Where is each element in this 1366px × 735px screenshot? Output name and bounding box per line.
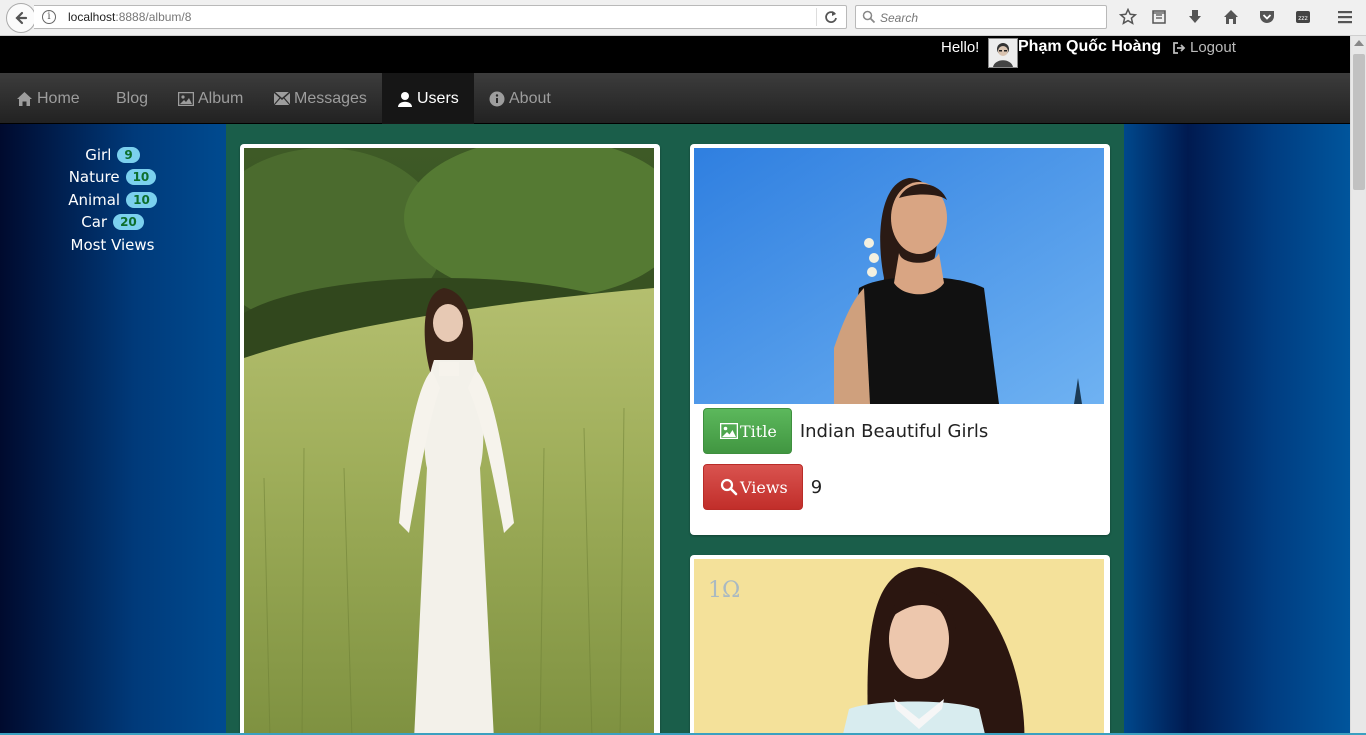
greeting-text: Hello! bbox=[941, 39, 980, 56]
home-icon bbox=[17, 91, 32, 106]
nav-home[interactable]: Home bbox=[1, 73, 95, 124]
addon-icon[interactable]: zzz bbox=[1292, 6, 1314, 28]
user-icon bbox=[398, 91, 412, 107]
category-girl[interactable]: Girl 9 bbox=[0, 146, 225, 164]
count-badge: 10 bbox=[125, 169, 157, 185]
bookmarks-list-icon[interactable] bbox=[1148, 6, 1170, 28]
nav-messages[interactable]: Messages bbox=[259, 73, 382, 124]
view-count: 9 bbox=[810, 476, 823, 498]
category-sidebar: Girl 9 Nature 10 Animal 10 Car 20 Most Views bbox=[0, 124, 225, 735]
info-circle-icon bbox=[489, 91, 505, 106]
envelope-icon bbox=[274, 92, 290, 105]
browser-toolbar: i localhost:8888/album/8 Search zzz bbox=[0, 0, 1366, 36]
search-placeholder: Search bbox=[880, 11, 919, 25]
views-row: Views 9 bbox=[703, 464, 822, 510]
nav-users[interactable]: Users bbox=[382, 73, 474, 124]
avatar[interactable] bbox=[988, 38, 1018, 68]
pocket-icon[interactable] bbox=[1256, 6, 1278, 28]
nav-album[interactable]: Album bbox=[163, 73, 258, 124]
search-icon bbox=[720, 478, 738, 496]
picture-icon bbox=[178, 91, 194, 106]
page-scrollbar[interactable] bbox=[1350, 36, 1366, 735]
scroll-up-arrow[interactable] bbox=[1354, 40, 1364, 46]
address-bar[interactable]: i localhost:8888/album/8 bbox=[34, 5, 847, 29]
indian-girl-photo[interactable] bbox=[694, 148, 1106, 404]
back-button[interactable] bbox=[6, 3, 36, 33]
category-animal[interactable]: Animal 10 bbox=[0, 191, 225, 209]
search-input[interactable]: Search bbox=[855, 5, 1107, 29]
reload-button[interactable] bbox=[822, 8, 842, 26]
category-car[interactable]: Car 20 bbox=[0, 213, 225, 231]
photo-title: Indian Beautiful Girls bbox=[799, 420, 989, 442]
content-area: Girl 9 Nature 10 Animal 10 Car 20 Most Views bbox=[0, 124, 1350, 735]
svg-text:zzz: zzz bbox=[1298, 15, 1307, 22]
user-name[interactable]: Phạm Quốc Hoàng bbox=[1018, 38, 1161, 56]
photo-card[interactable] bbox=[240, 144, 660, 735]
album-grid: Title Indian Beautiful Girls Views 9 1Ω bbox=[226, 124, 1124, 735]
title-button[interactable]: Title bbox=[703, 408, 792, 454]
girl-yellow-background-photo[interactable]: 1Ω bbox=[694, 559, 1106, 735]
download-icon[interactable] bbox=[1184, 6, 1206, 28]
count-badge: 10 bbox=[126, 192, 157, 208]
scroll-thumb[interactable] bbox=[1353, 54, 1365, 190]
photo-card[interactable]: Title Indian Beautiful Girls Views 9 bbox=[690, 144, 1110, 535]
count-badge: 20 bbox=[113, 214, 144, 230]
search-icon bbox=[862, 10, 876, 24]
category-nature[interactable]: Nature 10 bbox=[0, 168, 225, 186]
home-icon[interactable] bbox=[1220, 6, 1242, 28]
user-bar: Hello! Phạm Quốc Hoàng Logout bbox=[0, 36, 1350, 73]
bookmark-star-icon[interactable] bbox=[1117, 6, 1139, 28]
views-button[interactable]: Views bbox=[703, 464, 803, 510]
main-navbar: Home Blog Album Messages Users About bbox=[0, 73, 1350, 124]
girl-in-white-dress-photo[interactable] bbox=[244, 148, 656, 735]
info-icon[interactable]: i bbox=[42, 10, 56, 24]
picture-icon bbox=[720, 423, 738, 439]
nav-blog[interactable]: Blog bbox=[101, 73, 163, 124]
menu-hamburger-icon[interactable] bbox=[1334, 6, 1356, 28]
reload-icon bbox=[825, 11, 837, 23]
category-most-views[interactable]: Most Views bbox=[0, 236, 225, 254]
arrow-left-icon bbox=[15, 11, 28, 25]
photo-card[interactable]: 1Ω bbox=[690, 555, 1110, 735]
nav-about[interactable]: About bbox=[474, 73, 566, 124]
count-badge: 9 bbox=[117, 147, 140, 163]
logout-link[interactable]: Logout bbox=[1172, 39, 1236, 56]
title-row: Title Indian Beautiful Girls bbox=[703, 408, 988, 454]
logout-label: Logout bbox=[1190, 39, 1236, 56]
url-text: localhost:8888/album/8 bbox=[68, 10, 192, 24]
svg-text:1Ω: 1Ω bbox=[708, 578, 740, 603]
logout-icon bbox=[1173, 41, 1186, 54]
